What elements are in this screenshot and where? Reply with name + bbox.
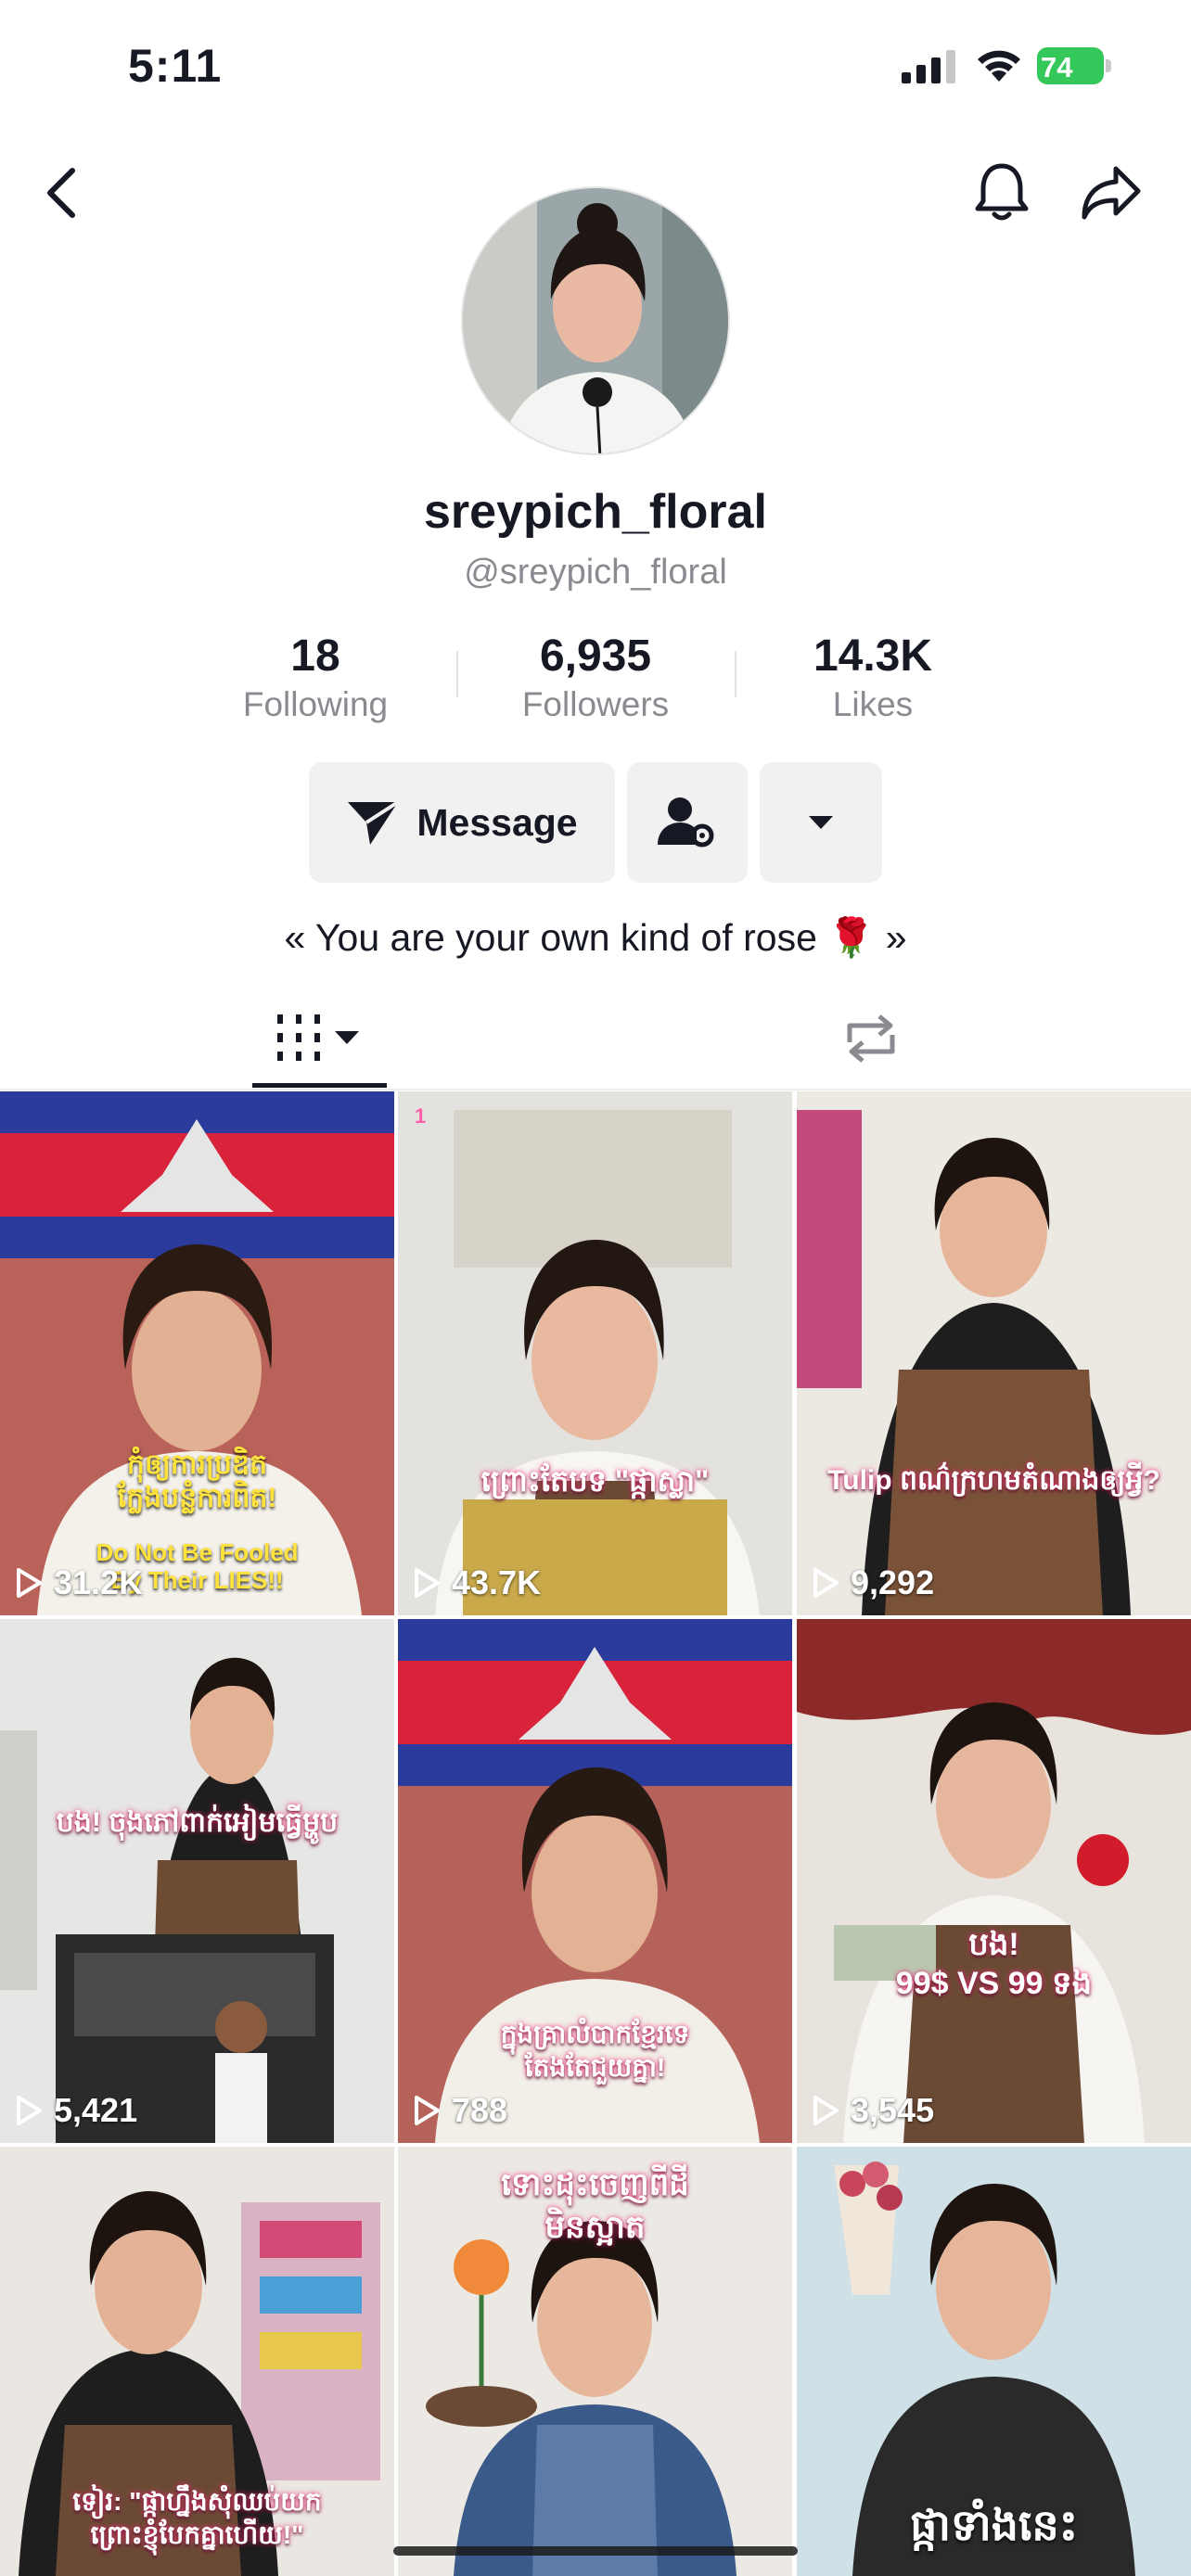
profile-display-name: sreypich_floral xyxy=(424,485,767,539)
tab-reposts[interactable] xyxy=(803,988,938,1089)
stat-followers[interactable]: 6,935 Followers xyxy=(475,629,716,725)
video-thumbnail[interactable]: កុំឲ្យការប្រឌិត ក្លែងបន្លំការពិត! Do Not… xyxy=(0,1091,394,1615)
video-thumbnail[interactable]: 1 ព្រោះតែបទ "ផ្កាស្លា" 43.7K xyxy=(398,1091,792,1615)
video-views: 788 xyxy=(413,2091,507,2130)
profile-stats: 18 Following 6,935 Followers 14.3K Likes xyxy=(0,629,1191,731)
video-caption: ទៀរ: "ផ្កាហ្នឹងសុំឈប់យក ព្រោះខ្ញុំបែកគ្ន… xyxy=(72,2487,322,2549)
view-count: 31.2K xyxy=(54,1563,144,1601)
back-icon xyxy=(47,168,75,218)
tab-videos[interactable] xyxy=(252,988,387,1089)
video-thumbnail[interactable]: ទោះដុះចេញពីដី មិនស្អាត xyxy=(398,2147,792,2576)
repost-icon xyxy=(847,1014,894,1063)
grid-icon xyxy=(276,1014,359,1061)
message-button[interactable]: Message xyxy=(309,762,615,883)
stat-divider xyxy=(456,651,458,697)
video-thumbnail[interactable]: បង! ចុងភៅពាក់អៀមធ្វើម្ហូប 5,421 xyxy=(0,1619,394,2143)
video-caption: បង! ចុងភៅពាក់អៀមធ្វើម្ហូប xyxy=(56,1807,339,1838)
play-icon xyxy=(813,1568,839,1598)
video-views: 9,292 xyxy=(812,1563,934,1602)
video-caption: ផ្កាទាំងនេះ xyxy=(910,2501,1078,2549)
add-friend-icon xyxy=(658,797,714,848)
stat-value: 6,935 xyxy=(539,631,652,681)
play-icon xyxy=(813,2096,839,2125)
video-thumbnail[interactable]: ផ្កាទាំងនេះ xyxy=(797,2147,1191,2576)
video-caption: បង! 99$ VS 99 ទង xyxy=(895,1927,1093,2001)
video-thumbnail[interactable]: Tulip ពណ៌ក្រហមតំណាងឲ្យអ្វី? 9,292 xyxy=(797,1091,1191,1615)
signal-icon xyxy=(902,50,955,83)
stat-label: Following xyxy=(242,685,389,723)
thumbnail-image xyxy=(398,1091,792,1615)
stat-divider xyxy=(735,651,736,697)
home-indicator xyxy=(393,2546,798,2556)
battery-body: 74 xyxy=(1037,47,1104,84)
video-views: 31.2K xyxy=(15,1563,143,1602)
view-count: 9,292 xyxy=(851,1563,935,1601)
video-caption: ព្រោះតែបទ "ផ្កាស្លា" xyxy=(480,1464,710,1498)
battery-level: 74 xyxy=(1041,51,1073,83)
status-bar: 5:11 74 xyxy=(0,0,1191,130)
play-icon xyxy=(17,1568,42,1598)
battery-cap xyxy=(1106,59,1111,72)
dropdown-icon xyxy=(809,816,833,829)
stat-label: Followers xyxy=(521,685,670,723)
video-views: 5,421 xyxy=(15,2091,137,2130)
stat-following[interactable]: 18 Following xyxy=(195,629,436,725)
follow-settings-button[interactable] xyxy=(627,762,748,883)
stat-likes[interactable]: 14.3K Likes xyxy=(752,629,993,725)
stat-value: 18 xyxy=(290,631,340,681)
view-count: 788 xyxy=(452,2091,508,2129)
profile-bio: « You are your own kind of rose 🌹 » xyxy=(284,916,907,959)
tab-active-indicator xyxy=(252,1083,387,1088)
profile-handle: @sreypich_floral xyxy=(464,553,727,592)
play-icon xyxy=(415,1568,440,1598)
play-icon xyxy=(415,2096,440,2125)
video-thumbnail[interactable]: បង! 99$ VS 99 ទង 3,545 xyxy=(797,1619,1191,2143)
video-caption: ទោះដុះចេញពីដី មិនស្អាត xyxy=(501,2167,689,2245)
share-icon xyxy=(1082,166,1141,220)
video-thumbnail[interactable]: ទៀរ: "ផ្កាហ្នឹងសុំឈប់យក ព្រោះខ្ញុំបែកគ្ន… xyxy=(0,2147,394,2576)
share-button[interactable] xyxy=(1074,156,1148,230)
avatar-photo xyxy=(463,188,728,453)
view-count: 5,421 xyxy=(54,2091,138,2129)
video-caption: ក្នុងគ្រាលំបាកខ្មែរទេ តែងតែជួយគ្នា! xyxy=(500,2020,690,2082)
stat-value: 14.3K xyxy=(813,631,933,681)
pinned-badge: 1 xyxy=(415,1104,427,1128)
play-icon xyxy=(17,2096,42,2125)
stat-label: Likes xyxy=(832,685,914,723)
video-caption: Tulip ពណ៌ក្រហមតំណាងឲ្យអ្វី? xyxy=(827,1465,1160,1496)
content-tabs xyxy=(0,988,1191,1090)
bell-icon xyxy=(975,163,1029,221)
back-button[interactable] xyxy=(24,156,98,230)
battery-indicator: 74 xyxy=(1037,47,1111,84)
status-time: 5:11 xyxy=(128,40,223,92)
thumbnail-image xyxy=(797,1619,1191,2143)
view-count: 3,545 xyxy=(851,2091,935,2129)
video-thumbnail[interactable]: ក្នុងគ្រាលំបាកខ្មែរទេ តែងតែជួយគ្នា! 788 xyxy=(398,1619,792,2143)
wifi-icon xyxy=(978,50,1020,82)
view-count: 43.7K xyxy=(452,1563,542,1601)
video-views: 3,545 xyxy=(812,2091,934,2130)
thumbnail-image xyxy=(797,1091,1191,1615)
message-button-label: Message xyxy=(416,800,578,844)
video-caption: កុំឲ្យការប្រឌិត ក្លែងបន្លំការពិត! xyxy=(117,1449,277,1513)
more-options-button[interactable] xyxy=(760,762,882,883)
profile-actions: Message xyxy=(0,762,1191,883)
avatar[interactable] xyxy=(461,186,730,455)
thumbnail-image xyxy=(0,1091,394,1615)
send-icon xyxy=(348,800,400,845)
thumbnail-image xyxy=(0,1619,394,2143)
notifications-button[interactable] xyxy=(965,156,1039,230)
video-views: 43.7K xyxy=(413,1563,541,1602)
